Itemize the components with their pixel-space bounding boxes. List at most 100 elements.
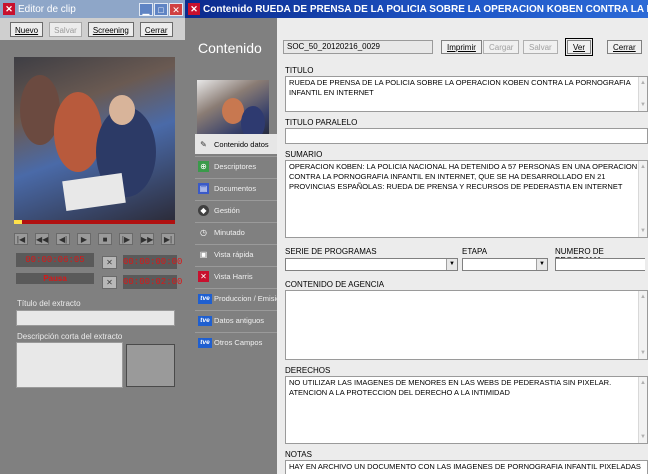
dropdown-arrow-icon: ▼ xyxy=(446,259,457,270)
current-timecode: 00:00:06:05 xyxy=(16,253,94,267)
nav-item-otros-campos[interactable]: tve Otros Campos xyxy=(195,332,277,352)
step-forward-icon[interactable]: |▶ xyxy=(119,233,133,245)
step-back-icon[interactable]: ◀| xyxy=(56,233,70,245)
titulo-paralelo-field[interactable] xyxy=(285,128,648,144)
nav-item-minutado[interactable]: ◷ Minutado xyxy=(195,222,277,242)
set-mark-out-icon[interactable]: ✕ xyxy=(102,276,117,289)
nav-item-label: Otros Campos xyxy=(214,338,263,347)
content-titlebar[interactable]: ✕ Contenido RUEDA DE PRENSA DE LA POLICI… xyxy=(185,0,648,18)
clip-editor-toolbar: Nuevo Salvar Screening Cerrar xyxy=(0,18,185,40)
clip-editor-window: ✕ Editor de clip ▁ □ ✕ Nuevo Salvar Scre… xyxy=(0,0,185,474)
derechos-field[interactable]: NO UTILIZAR LAS IMAGENES DE MENORES EN L… xyxy=(285,376,648,444)
video-progress-played xyxy=(14,220,23,224)
stop-icon[interactable]: ■ xyxy=(98,233,112,245)
video-face xyxy=(109,95,135,125)
nav-item-documentos[interactable]: ▤ Documentos xyxy=(195,178,277,198)
play-icon[interactable]: ▶ xyxy=(77,233,91,245)
nav-item-label: Datos antiguos xyxy=(214,316,265,325)
save-button[interactable]: Salvar xyxy=(523,40,558,54)
dropdown-arrow-icon: ▼ xyxy=(536,259,547,270)
nav-item-descriptores[interactable]: ⊕ Descriptores xyxy=(195,156,277,176)
titulo-field[interactable]: RUEDA DE PRENSA DE LA POLICIA SOBRE LA O… xyxy=(285,76,648,112)
minimize-icon[interactable]: ▁ xyxy=(139,2,153,16)
timing-icon: ◷ xyxy=(200,228,207,237)
load-button[interactable]: Cargar xyxy=(483,40,520,54)
documents-icon: ▤ xyxy=(198,183,209,194)
harris-icon: ✕ xyxy=(198,271,209,282)
derechos-value: NO UTILIZAR LAS IMAGENES DE MENORES EN L… xyxy=(289,378,612,397)
content-form: SOC_50_20120216_0029 Imprimir Cargar Sal… xyxy=(277,18,648,474)
close-button[interactable]: Cerrar xyxy=(139,21,173,37)
new-button[interactable]: Nuevo xyxy=(10,21,44,37)
edit-icon: ✎ xyxy=(200,139,207,149)
video-figure-center xyxy=(54,92,102,172)
notas-field[interactable]: HAY EN ARCHIVO UN DOCUMENTO CON LAS IMAG… xyxy=(285,460,648,474)
playback-state: Pausa xyxy=(16,273,94,284)
content-window: ✕ Contenido RUEDA DE PRENSA DE LA POLICI… xyxy=(185,0,648,474)
fast-forward-icon[interactable]: ▶▶ xyxy=(140,233,154,245)
derechos-scrollbar[interactable] xyxy=(638,377,647,443)
management-icon: ◆ xyxy=(198,205,209,216)
nav-item-label: Gestión xyxy=(214,206,240,215)
nav-item-produccion-emision[interactable]: tve Produccion / Emision xyxy=(195,288,277,308)
rewind-icon[interactable]: ◀◀ xyxy=(35,233,49,245)
mark-in-timecode: 00:00:00:00 xyxy=(123,255,183,269)
print-button[interactable]: Imprimir xyxy=(441,40,482,54)
sumario-field[interactable]: OPERACION KOBEN: LA POLICIA NACIONAL HA … xyxy=(285,160,648,238)
extract-title-input[interactable] xyxy=(16,310,175,326)
maximize-icon[interactable]: □ xyxy=(154,2,168,16)
notas-value: HAY EN ARCHIVO UN DOCUMENTO CON LAS IMAG… xyxy=(289,462,641,471)
content-window-title: Contenido RUEDA DE PRENSA DE LA POLICIA … xyxy=(203,3,648,15)
mark-out-timecode: 00:00:02:00 xyxy=(123,275,183,289)
agencia-label: CONTENIDO DE AGENCIA xyxy=(285,280,385,289)
nav-item-gestion[interactable]: ◆ Gestión xyxy=(195,200,277,220)
nav-item-label: Vista Harris xyxy=(214,272,253,281)
serie-dropdown[interactable]: ▼ xyxy=(285,258,458,271)
tve-logo-icon: tve xyxy=(198,293,212,304)
nav-item-label: Contenido datos xyxy=(214,139,269,149)
sumario-scrollbar[interactable] xyxy=(638,161,647,237)
descriptors-icon: ⊕ xyxy=(198,161,209,172)
etapa-dropdown[interactable]: ▼ xyxy=(462,258,548,271)
app-logo-icon: ✕ xyxy=(3,3,15,15)
notas-label: NOTAS xyxy=(285,450,312,459)
nav-item-label: Descriptores xyxy=(214,162,257,171)
nav-item-label: Minutado xyxy=(214,228,245,237)
content-id-field[interactable]: SOC_50_20120216_0029 xyxy=(283,40,433,54)
nav-item-vista-harris[interactable]: ✕ Vista Harris xyxy=(195,266,277,286)
app-logo-icon: ✕ xyxy=(188,3,200,15)
save-button[interactable]: Salvar xyxy=(49,21,82,37)
sumario-value: OPERACION KOBEN: LA POLICIA NACIONAL HA … xyxy=(289,162,638,191)
screening-button[interactable]: Screening xyxy=(87,21,134,37)
nav-item-vista-rapida[interactable]: ▣ Vista rápida xyxy=(195,244,277,264)
agencia-field[interactable] xyxy=(285,290,648,360)
nav-item-contenido-datos[interactable]: ✎ Contenido datos xyxy=(195,134,277,154)
titulo-value: RUEDA DE PRENSA DE LA POLICIA SOBRE LA O… xyxy=(289,78,631,97)
go-to-end-icon[interactable]: ▶| xyxy=(161,233,175,245)
agencia-scrollbar[interactable] xyxy=(638,291,647,359)
set-mark-in-icon[interactable]: ✕ xyxy=(102,256,117,269)
video-progress-bar[interactable] xyxy=(14,220,175,224)
go-to-start-icon[interactable]: |◀ xyxy=(14,233,28,245)
close-button[interactable]: Cerrar xyxy=(607,40,642,54)
tve-logo-icon: tve xyxy=(198,337,212,348)
tve-logo-icon: tve xyxy=(198,315,212,326)
video-papers xyxy=(62,172,126,212)
clip-editor-titlebar[interactable]: ✕ Editor de clip ▁ □ ✕ xyxy=(0,0,185,18)
nav-item-label: Vista rápida xyxy=(214,250,254,259)
close-icon[interactable]: ✕ xyxy=(169,2,183,16)
titulo-label: TITULO xyxy=(285,66,314,75)
extract-desc-input[interactable] xyxy=(16,342,123,388)
view-button[interactable]: Ver xyxy=(564,38,594,56)
video-player[interactable] xyxy=(14,57,175,220)
transport-controls: |◀ ◀◀ ◀| ▶ ■ |▶ ▶▶ ▶| xyxy=(14,232,175,246)
extract-desc-label: Descripción corta del extracto xyxy=(17,332,123,341)
titulo-scrollbar[interactable] xyxy=(638,77,647,111)
serie-label: SERIE DE PROGRAMAS xyxy=(285,247,377,256)
nav-item-label: Documentos xyxy=(214,184,257,193)
numero-field[interactable] xyxy=(555,258,645,271)
sumario-label: SUMARIO xyxy=(285,150,323,159)
derechos-label: DERECHOS xyxy=(285,366,331,375)
etapa-label: ETAPA xyxy=(462,247,488,256)
nav-item-datos-antiguos[interactable]: tve Datos antiguos xyxy=(195,310,277,330)
